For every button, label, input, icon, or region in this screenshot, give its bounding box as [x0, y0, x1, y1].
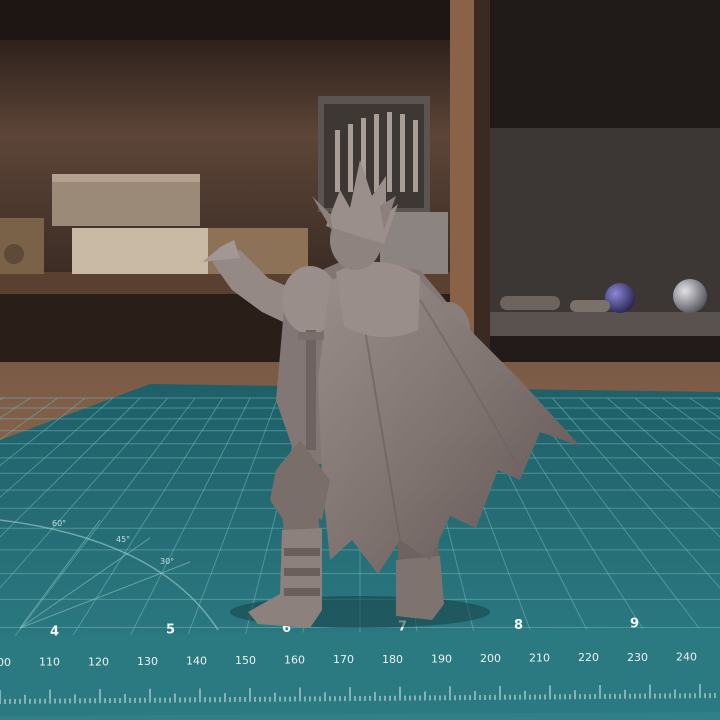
ruler-inch-label: 9 [630, 616, 639, 631]
ruler-inch-label: 5 [166, 623, 175, 638]
ruler-mm-label: 190 [431, 652, 452, 665]
ruler-mm-label: 150 [235, 654, 256, 667]
ruler-mm-label: 240 [676, 650, 697, 663]
ruler-mm-label: 100 [0, 656, 11, 669]
ruler-mm-label: 220 [578, 651, 599, 664]
photo-scene: 100 110 120 130 140 150 160 170 180 190 200 210 220 2… [0, 0, 720, 720]
angle-label: 45° [116, 535, 130, 544]
ruler-mm-label: 230 [627, 651, 648, 664]
ruler-mm-label: 140 [186, 654, 207, 667]
ruler-inch-label: 8 [514, 618, 523, 633]
ruler-mm-label: 200 [480, 652, 501, 665]
angle-label: 30° [160, 557, 174, 566]
ruler-mm-label: 170 [333, 653, 354, 666]
ruler-mm-label: 120 [88, 655, 109, 668]
ruler-mm-label: 130 [137, 655, 158, 668]
ruler-mm-label: 110 [39, 656, 60, 669]
angle-label: 60° [52, 519, 66, 528]
ruler-mm-label: 160 [284, 654, 305, 667]
ruler-mm-label: 180 [382, 653, 403, 666]
ruler-inch-label: 4 [50, 624, 59, 639]
ruler-mm-label: 210 [529, 652, 550, 665]
